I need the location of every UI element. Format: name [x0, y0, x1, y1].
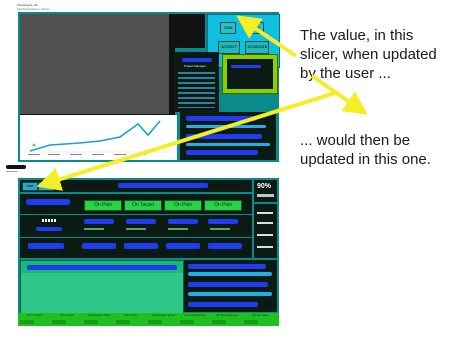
arrow-to-bottom-slicer [36, 90, 339, 191]
annotation-arrows [36, 15, 368, 191]
arrow-to-top-slicer [236, 15, 298, 58]
